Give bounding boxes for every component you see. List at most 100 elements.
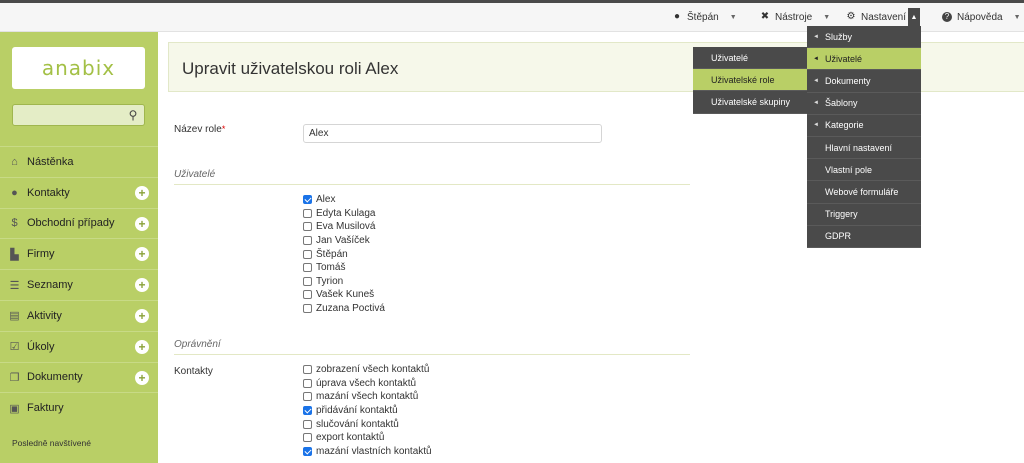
menu-item-label: Vlastní pole [825,164,873,175]
user-icon: ● [673,11,681,22]
permission-name: přidávání kontaktů [316,405,398,417]
menu-item-gdpr[interactable]: GDPR [807,226,921,248]
checkbox[interactable] [303,406,312,416]
sidebar-item-label: Nástěnka [27,155,74,168]
menu-item-label: Dokumenty [825,75,871,86]
menu-item-uzivatele[interactable]: ◄ Uživatelé [807,48,921,71]
menu-item-dokumenty[interactable]: ◄ Dokumenty [807,70,921,93]
sidebar-item-aktivity[interactable]: ▤ Aktivity + [0,299,158,331]
tools-icon: ✖ [760,11,770,22]
user-menu[interactable]: ● Štěpán ▼ [672,10,737,24]
user-checkbox-row[interactable]: Štěpán [303,247,385,261]
menu-item-label: GDPR [825,231,852,242]
user-checkbox-row[interactable]: Tyrion [303,275,385,289]
search-icon[interactable]: ⚲ [124,106,142,124]
list-icon: ☰ [9,279,20,292]
checkbox[interactable] [303,378,312,388]
permission-checkbox-row[interactable]: přidávání kontaktů [303,404,432,418]
user-checkbox-row[interactable]: Edyta Kulaga [303,207,385,221]
users-list: Alex Edyta Kulaga Eva Musilová Jan Vašíč… [303,193,385,315]
menu-item-label: Kategorie [825,120,864,131]
role-name-field[interactable]: Alex [303,124,602,143]
tools-menu[interactable]: ✖ Nástroje ▼ [760,10,830,24]
top-strip [0,0,1024,3]
permission-checkbox-row[interactable]: zobrazení všech kontaktů [303,363,432,377]
menu-item-hlavni-nastaveni[interactable]: Hlavní nastavení [807,137,921,160]
add-icon[interactable]: + [135,247,149,262]
menu-item-triggery[interactable]: Triggery [807,204,921,226]
dollar-icon: $ [11,217,18,230]
checkbox[interactable] [303,249,312,259]
checkbox[interactable] [303,446,312,456]
menu-item-webove-formulare[interactable]: Webové formuláře [807,181,921,204]
logo[interactable]: anabix [12,47,145,89]
settings-menu[interactable]: ⚙ Nastavení [846,10,907,24]
menu-item-label: Hlavní nastavení [825,142,893,153]
permission-checkbox-row[interactable]: mazání všech kontaktů [303,390,432,404]
search-input[interactable] [13,105,118,123]
sidebar-item-label: Faktury [27,402,64,415]
role-name-label-text: Název role [174,124,222,135]
user-name: Jan Vašíček [316,235,370,247]
sidebar-item-firmy[interactable]: ▙ Firmy + [0,238,158,269]
user-checkbox-row[interactable]: Vašek Kuneš [303,288,385,302]
add-icon[interactable]: + [135,339,149,354]
checkbox[interactable] [303,222,312,232]
user-checkbox-row[interactable]: Tomáš [303,261,385,275]
page-title: Upravit uživatelskou roli Alex [182,59,399,78]
checkbox[interactable] [303,419,312,429]
chevron-down-icon: ▼ [1013,13,1021,21]
checkbox[interactable] [303,236,312,246]
sidebar-item-kontakty[interactable]: ● Kontakty + [0,176,158,208]
user-checkbox-row[interactable]: Alex [303,193,385,207]
submenu-arrow-icon: ◄ [813,77,819,84]
user-checkbox-row[interactable]: Eva Musilová [303,220,385,234]
menu-item-kategorie[interactable]: ◄ Kategorie [807,115,921,137]
user-menu-label: Štěpán [687,11,719,23]
sidebar-item-nastenka[interactable]: ⌂ Nástěnka [0,146,158,177]
submenu-item-uzivatelske-skupiny[interactable]: Uživatelské skupiny [693,91,807,114]
sidebar-item-ukoly[interactable]: ☑ Úkoly + [0,330,158,362]
submenu-arrow-icon: ◄ [813,100,819,107]
checkbox[interactable] [303,304,312,314]
help-menu[interactable]: ? Nápověda ▼ [942,10,1021,24]
permission-checkbox-row[interactable]: export kontaktů [303,431,432,445]
sidebar-item-obchodni-pripady[interactable]: $ Obchodní případy + [0,207,158,239]
checkbox[interactable] [303,290,312,300]
checkbox[interactable] [303,276,312,286]
permission-checkbox-row[interactable]: mazání vlastních kontaktů [303,445,432,459]
permissions-section-heading: Oprávnění [174,339,690,355]
add-icon[interactable]: + [135,370,149,385]
checkbox[interactable] [303,208,312,218]
checkbox[interactable] [303,433,312,443]
menu-item-vlastni-pole[interactable]: Vlastní pole [807,159,921,182]
chevron-up-icon[interactable]: ▲ [908,8,920,26]
checkbox[interactable] [303,365,312,375]
user-checkbox-row[interactable]: Zuzana Poctivá [303,302,385,316]
submenu-arrow-icon: ◄ [813,55,819,62]
permission-checkbox-row[interactable]: úprava všech kontaktů [303,377,432,391]
user-checkbox-row[interactable]: Jan Vašíček [303,234,385,248]
checkbox[interactable] [303,392,312,402]
sidebar-item-dokumenty[interactable]: ❐ Dokumenty + [0,361,158,393]
add-icon[interactable]: + [135,278,149,293]
add-icon[interactable]: + [135,308,149,323]
add-icon[interactable]: + [135,216,149,231]
submenu-item-uzivatelske-role[interactable]: Uživatelské role [693,69,807,92]
tasks-icon: ☑ [9,341,20,354]
checkbox[interactable] [303,195,312,205]
menu-item-label: Triggery [825,209,858,220]
permission-checkbox-row[interactable]: slučování kontaktů [303,417,432,431]
sidebar-item-faktury[interactable]: ▣ Faktury [0,392,158,423]
person-icon: ● [11,186,18,199]
submenu-item-uzivatele[interactable]: Uživatelé [693,47,807,70]
user-name: Štěpán [316,248,348,260]
menu-item-sluzby[interactable]: ◄ Služby [807,26,921,49]
menu-item-sablony[interactable]: ◄ Šablony [807,93,921,115]
sidebar-item-seznamy[interactable]: ☰ Seznamy + [0,269,158,300]
gear-icon: ⚙ [846,11,856,22]
help-icon: ? [942,12,952,22]
add-icon[interactable]: + [135,185,149,200]
sidebar-item-label: Aktivity [27,309,62,322]
checkbox[interactable] [303,263,312,273]
